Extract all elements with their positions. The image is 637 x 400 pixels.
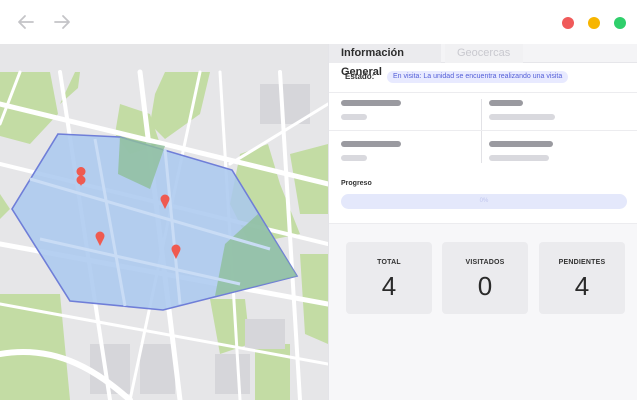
info-panel: Información General Geocercas Estado: En… [328, 44, 637, 400]
detail-cell [329, 137, 483, 175]
estado-row: Estado: En visita: La unidad se encuentr… [329, 63, 637, 93]
stat-value: 4 [381, 271, 397, 301]
tab-geocercas[interactable]: Geocercas [445, 44, 523, 63]
estado-label: Estado: [345, 72, 375, 81]
progress-bar: 0% [341, 194, 627, 209]
detail-skeleton-title [341, 141, 401, 147]
detail-cell [483, 137, 637, 175]
stat-label: PENDIENTES [558, 259, 606, 266]
stats-section: TOTAL 4 VISITADOS 0 PENDIENTES 4 [329, 224, 637, 400]
map-canvas[interactable] [0, 44, 328, 400]
close-window-button[interactable] [562, 17, 574, 29]
tab-bar: Información General Geocercas [329, 44, 637, 78]
arrow-left-icon[interactable] [16, 12, 36, 32]
stat-card-total: TOTAL 4 [346, 242, 432, 314]
stat-card-pendientes: PENDIENTES 4 [539, 242, 625, 314]
detail-skeleton-title [341, 100, 401, 106]
stat-label: VISITADOS [465, 259, 505, 266]
section-divider [329, 130, 637, 131]
minimize-window-button[interactable] [588, 17, 600, 29]
grid-divider [481, 99, 482, 163]
progress-value: 0% [479, 198, 489, 204]
detail-skeleton-value [341, 114, 367, 120]
tab-informacion-general[interactable]: Información General [329, 44, 441, 78]
map-view[interactable] [0, 44, 328, 400]
detail-cell [483, 93, 637, 131]
detail-skeleton-title [489, 100, 523, 106]
detail-skeleton-value [341, 155, 367, 161]
status-badge: En visita: La unidad se encuentra realiz… [387, 71, 569, 83]
detail-cell [329, 93, 483, 131]
detail-skeleton-value [489, 155, 549, 161]
detail-skeleton-title [489, 141, 553, 147]
details-grid [329, 93, 637, 169]
window-toolbar [0, 0, 637, 44]
stat-value: 0 [477, 271, 493, 301]
arrow-right-icon[interactable] [52, 12, 72, 32]
stat-card-visitados: VISITADOS 0 [442, 242, 528, 314]
stat-value: 4 [574, 271, 590, 301]
maximize-window-button[interactable] [614, 17, 626, 29]
detail-skeleton-value [489, 114, 555, 120]
progress-label: Progreso [341, 180, 372, 187]
stat-label: TOTAL [377, 259, 401, 266]
